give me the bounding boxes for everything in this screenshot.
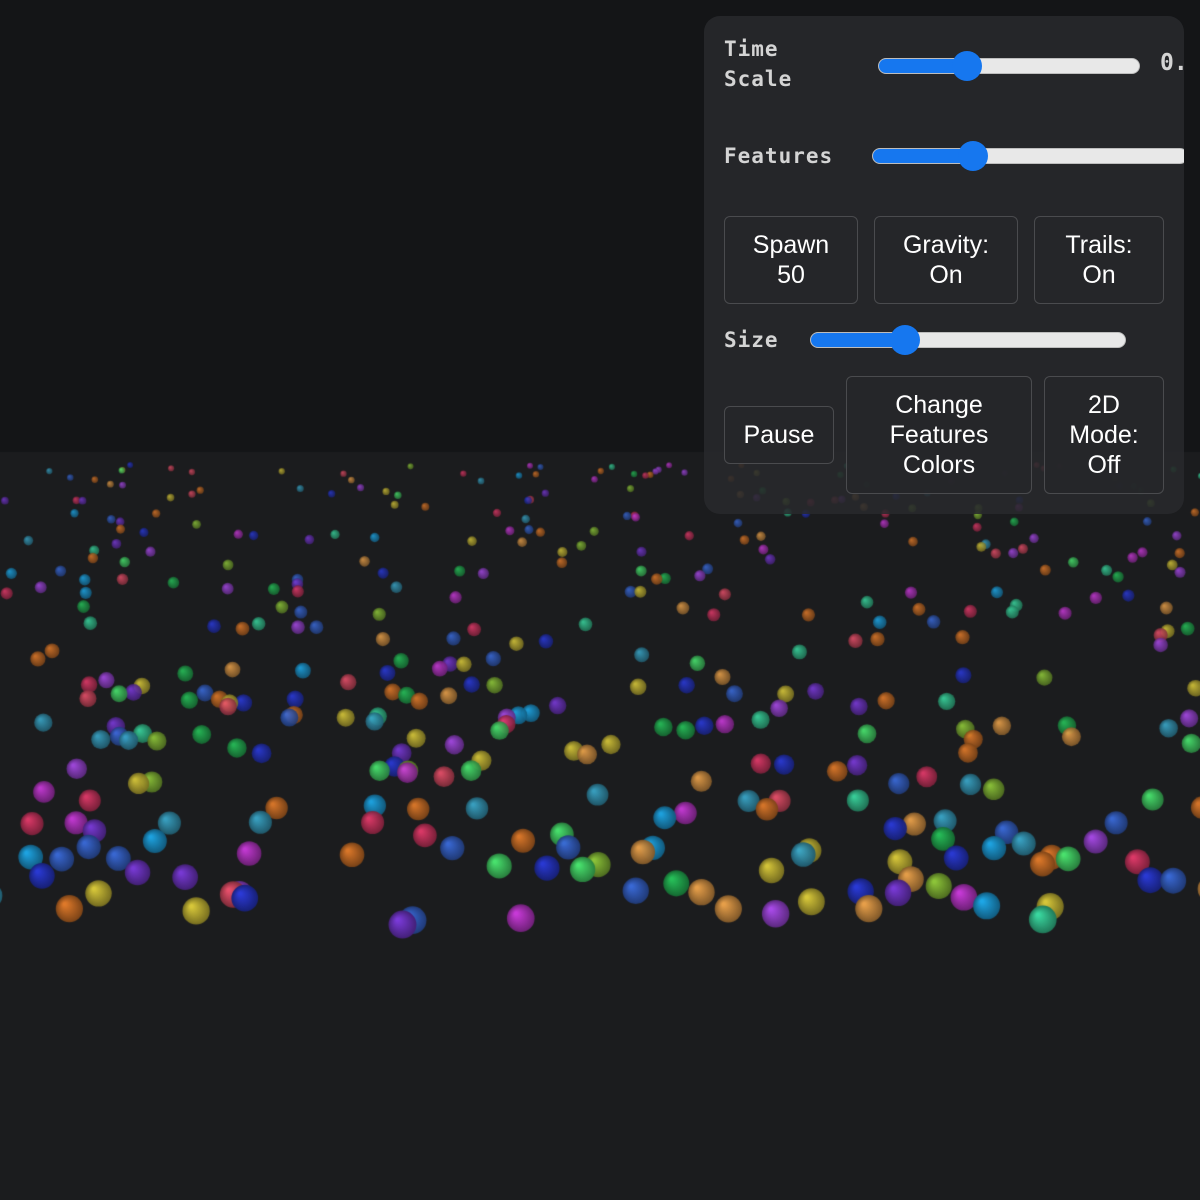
control-panel: Time Scale 0.5 Features Spawn 50 Gravity… [704, 16, 1184, 514]
time-scale-slider[interactable] [878, 51, 1140, 81]
time-scale-track [878, 58, 1140, 74]
change-features-colors-button[interactable]: Change Features Colors [846, 376, 1032, 494]
size-thumb[interactable] [889, 325, 920, 355]
features-thumb[interactable] [958, 141, 989, 171]
features-label: Features [724, 144, 834, 168]
gravity-toggle-button[interactable]: Gravity: On [874, 216, 1018, 304]
time-scale-value: 0.5 [1160, 50, 1184, 76]
spawn-button[interactable]: Spawn 50 [724, 216, 858, 304]
size-track [810, 332, 1126, 348]
size-label: Size [724, 328, 779, 352]
features-track [872, 148, 1184, 164]
pause-button[interactable]: Pause [724, 406, 834, 464]
features-slider[interactable] [872, 141, 1184, 171]
trails-toggle-button[interactable]: Trails: On [1034, 216, 1164, 304]
size-slider[interactable] [810, 325, 1126, 355]
time-scale-label: Time Scale [724, 37, 793, 91]
2d-mode-toggle-button[interactable]: 2D Mode: Off [1044, 376, 1164, 494]
time-scale-thumb[interactable] [952, 51, 983, 81]
